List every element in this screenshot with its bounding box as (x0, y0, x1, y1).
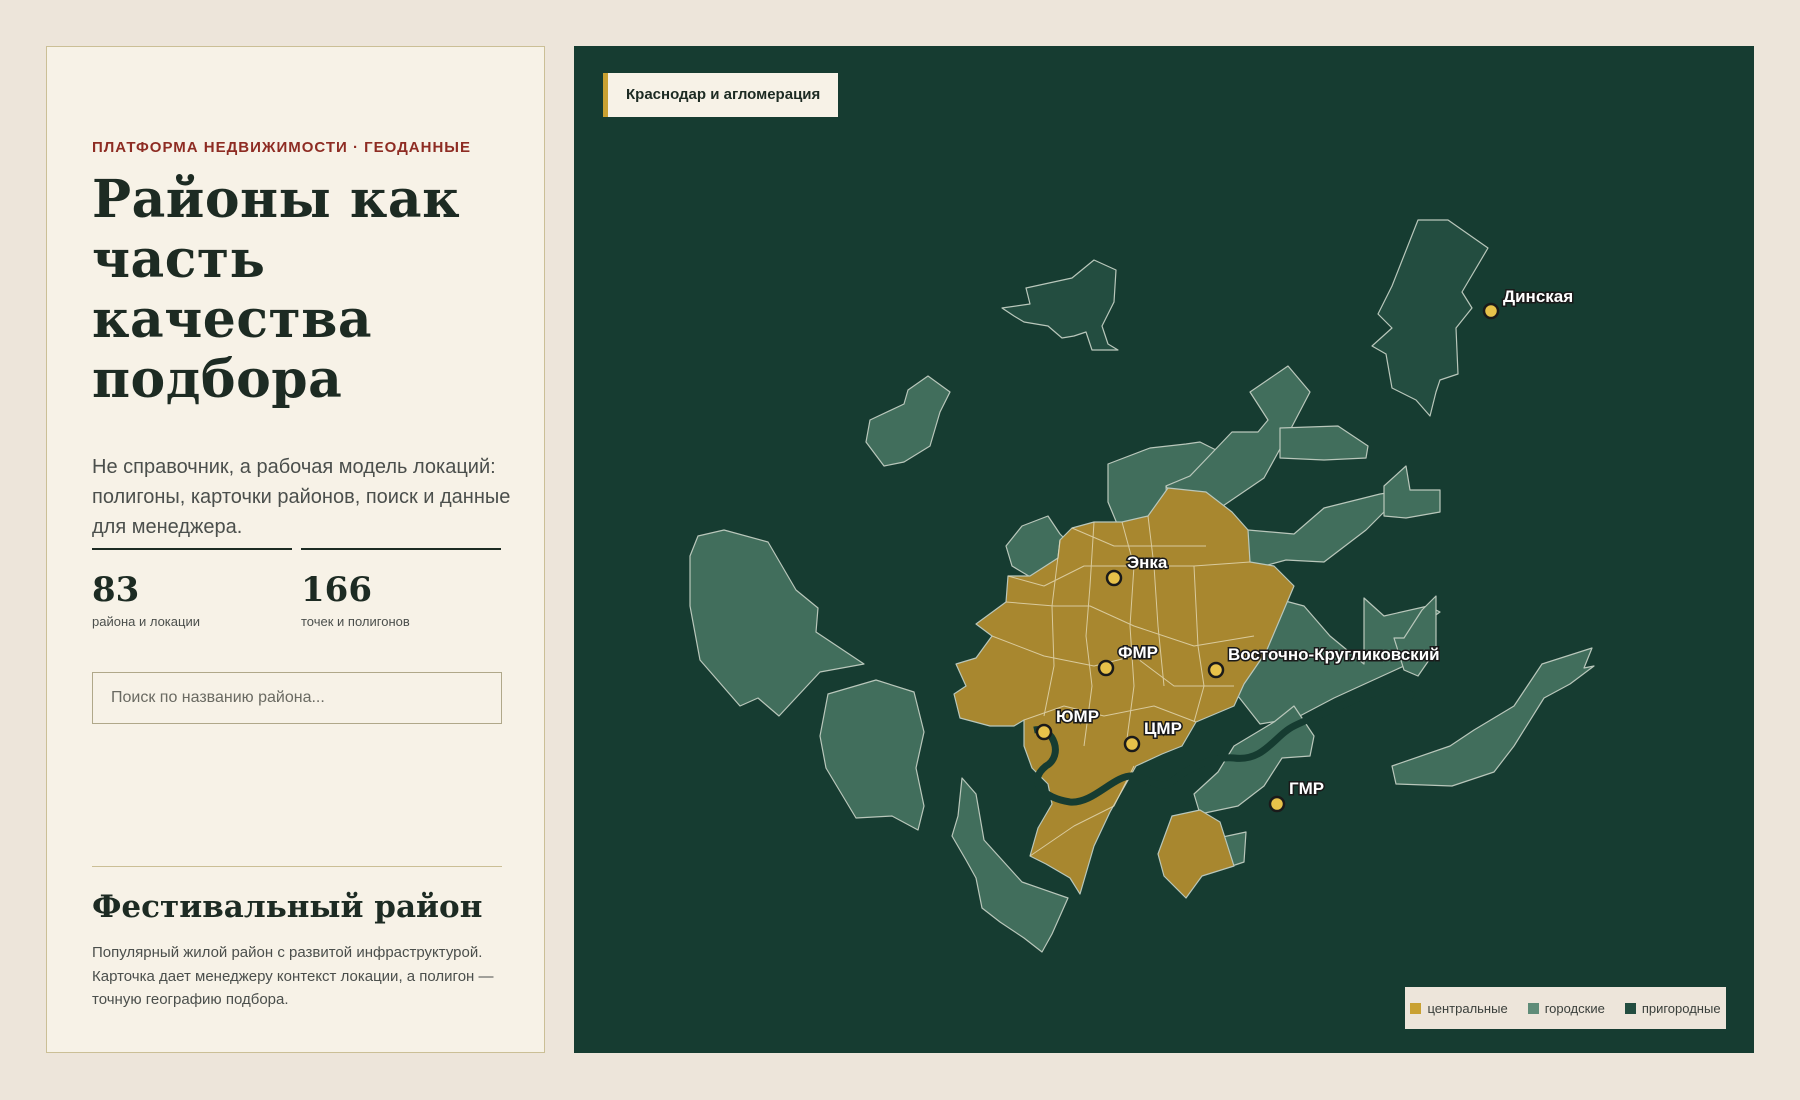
pin-vostochno-kruglikovsky-label: Восточно-Кругликовский (1228, 645, 1440, 664)
page-title: Районы как часть качества подбора (92, 169, 461, 410)
stat-districts-value: 83 (92, 570, 140, 610)
map-region-tag: Краснодар и агломерация (603, 73, 839, 117)
district-polygon-nw[interactable] (865, 375, 951, 467)
pin-gmr-label: ГМР (1289, 779, 1324, 798)
district-polygon-urban-ne2[interactable] (1279, 425, 1369, 461)
district-polygon-west-2[interactable] (819, 679, 925, 831)
pin-dinskaya[interactable]: Динская (1482, 286, 1575, 320)
pin-gmr[interactable]: ГМР (1268, 778, 1326, 813)
legend-label-central: центральные (1427, 1000, 1508, 1016)
eyebrow-label: ПЛАТФОРМА НЕДВИЖИМОСТИ · ГЕОДАННЫЕ (92, 139, 471, 156)
pin-cmr-label: ЦМР (1144, 719, 1182, 738)
sidebar-panel: ПЛАТФОРМА НЕДВИЖИМОСТИ · ГЕОДАННЫЕ Район… (46, 46, 545, 1053)
stat-points: 166 точек и полигонов (301, 548, 501, 629)
stat-districts-caption: района и локации (92, 614, 200, 629)
legend-swatch-central (1410, 1002, 1422, 1014)
district-card-title: Фестивальный район (92, 889, 483, 925)
district-card-description: Популярный жилой район с развитой инфрас… (92, 944, 494, 1008)
pin-yumr-label: ЮМР (1056, 707, 1099, 726)
legend-swatch-suburban (1624, 1002, 1636, 1014)
district-polygon-dinskaya[interactable] (1371, 219, 1489, 417)
legend-item-central: центральные (1410, 1000, 1508, 1016)
legend-item-urban: городские (1527, 1000, 1605, 1016)
legend-label-suburban: пригородные (1641, 1000, 1721, 1016)
divider (92, 866, 502, 867)
stat-points-caption: точек и полигонов (301, 614, 410, 629)
legend-item-suburban: пригородные (1624, 1000, 1721, 1016)
district-search-input[interactable] (92, 672, 502, 724)
legend-swatch-urban (1527, 1002, 1539, 1014)
district-polygon-urban-ne3[interactable] (1383, 465, 1441, 519)
pin-dinskaya-label: Динская (1503, 287, 1573, 306)
district-polygon-gmr[interactable] (1157, 809, 1235, 899)
district-polygon-west-1[interactable] (689, 529, 865, 717)
lead-text: Не справочник, а рабочая модель локаций:… (92, 456, 511, 538)
pin-enka-label: Энка (1127, 553, 1168, 572)
district-polygon-north[interactable] (1001, 259, 1119, 351)
pin-fmr-label: ФМР (1118, 643, 1158, 662)
map-canvas[interactable]: Динская Энка ФМР Восточно-Кругликовский … (574, 46, 1754, 1053)
map-legend: центральные городские пригородные (1405, 987, 1726, 1029)
stat-districts: 83 района и локации (92, 548, 292, 629)
legend-label-urban: городские (1544, 1000, 1605, 1016)
district-map[interactable]: Динская Энка ФМР Восточно-Кругликовский … (574, 46, 1754, 1053)
stat-points-value: 166 (301, 570, 372, 610)
